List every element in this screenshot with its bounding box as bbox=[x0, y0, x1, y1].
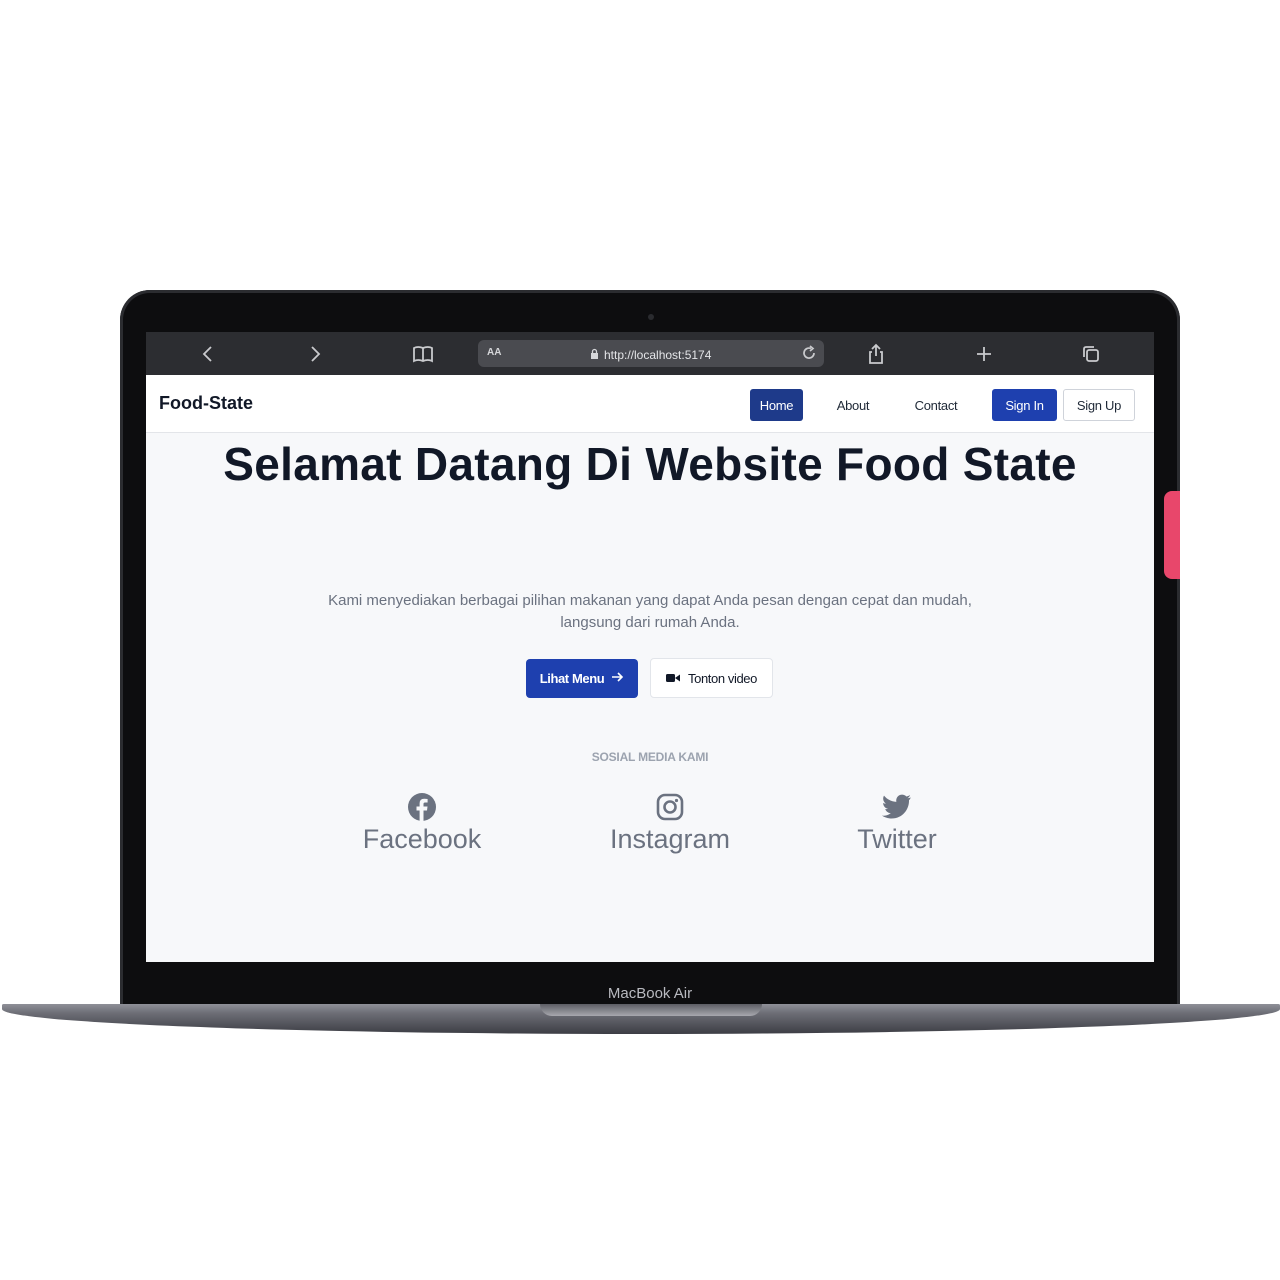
sign-up-button[interactable]: Sign Up bbox=[1063, 389, 1135, 421]
new-tab-icon[interactable] bbox=[972, 342, 996, 366]
social-label-twitter: Twitter bbox=[857, 824, 937, 854]
instagram-icon bbox=[585, 792, 755, 822]
forward-icon[interactable] bbox=[303, 342, 327, 366]
sign-in-button[interactable]: Sign In bbox=[992, 389, 1057, 421]
site-navbar: Food-State Home About Contact Sign In Si… bbox=[146, 375, 1154, 433]
social-link-facebook[interactable]: Facebook bbox=[337, 792, 507, 856]
lock-icon bbox=[590, 346, 599, 364]
facebook-icon bbox=[337, 792, 507, 822]
brand-logo[interactable]: Food-State bbox=[159, 393, 253, 414]
text-size-button[interactable]: AA bbox=[487, 347, 501, 358]
view-menu-label: Lihat Menu bbox=[539, 671, 605, 686]
tabs-icon[interactable] bbox=[1079, 342, 1103, 366]
hero-title: Selamat Datang Di Website Food State bbox=[223, 438, 1077, 490]
watch-video-button[interactable]: Tonton video bbox=[650, 658, 773, 698]
side-feedback-tab[interactable] bbox=[1164, 491, 1180, 579]
arrow-right-icon bbox=[611, 671, 624, 686]
screen: AA http://localhost:5174 Food-State Home… bbox=[146, 332, 1154, 962]
address-bar[interactable]: AA http://localhost:5174 bbox=[478, 340, 824, 367]
url-text: http://localhost:5174 bbox=[604, 348, 712, 362]
camera-dot bbox=[648, 314, 654, 320]
social-link-twitter[interactable]: Twitter bbox=[812, 792, 982, 856]
social-label-instagram: Instagram bbox=[609, 824, 731, 854]
social-label-facebook: Facebook bbox=[362, 824, 482, 854]
bookmarks-icon[interactable] bbox=[411, 342, 435, 366]
hero-subtitle: Kami menyediakan berbagai pilihan makana… bbox=[328, 592, 972, 631]
browser-toolbar: AA http://localhost:5174 bbox=[146, 332, 1154, 375]
laptop-notch bbox=[540, 1004, 762, 1016]
watch-video-label: Tonton video bbox=[688, 670, 757, 686]
social-heading: SOSIAL MEDIA KAMI bbox=[591, 750, 709, 764]
nav-contact-link[interactable]: Contact bbox=[910, 389, 962, 421]
video-camera-icon bbox=[666, 671, 681, 686]
twitter-icon bbox=[812, 792, 982, 822]
reload-icon[interactable] bbox=[800, 344, 818, 362]
nav-home-button[interactable]: Home bbox=[750, 389, 803, 421]
view-menu-button[interactable]: Lihat Menu bbox=[526, 659, 638, 698]
social-link-instagram[interactable]: Instagram bbox=[585, 792, 755, 856]
model-label: MacBook Air bbox=[607, 985, 693, 1002]
back-icon[interactable] bbox=[196, 342, 220, 366]
share-icon[interactable] bbox=[864, 342, 888, 366]
nav-about-link[interactable]: About bbox=[829, 389, 877, 421]
